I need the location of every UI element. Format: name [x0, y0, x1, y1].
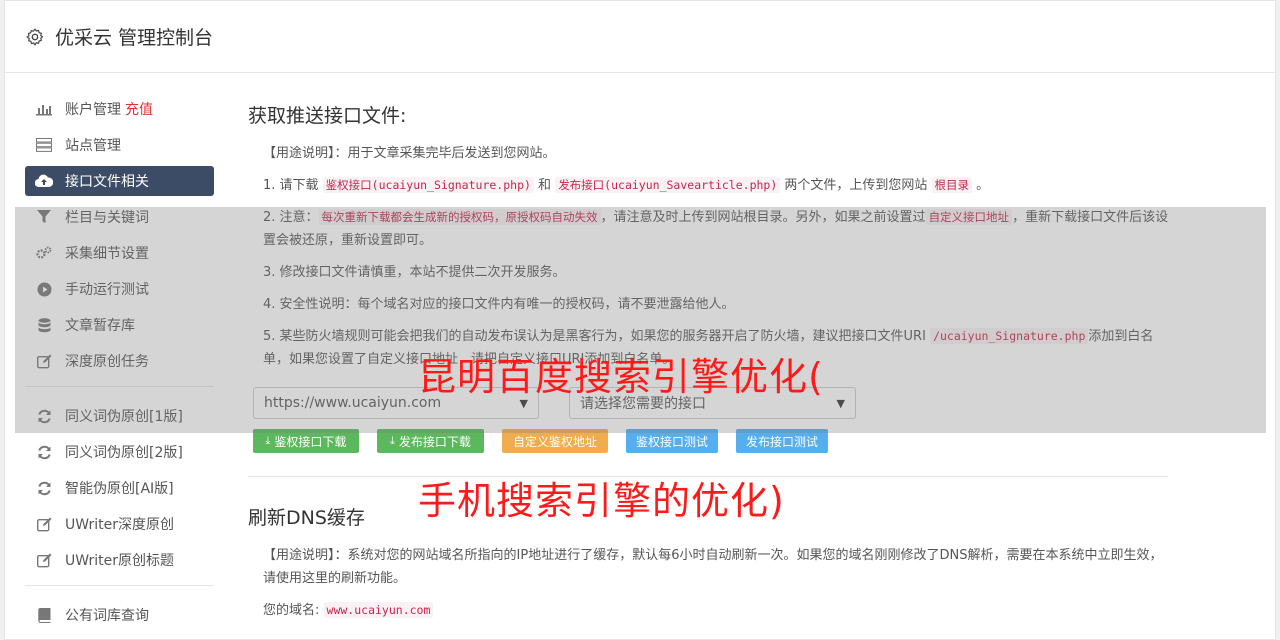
page-title: 优采云 管理控制台	[55, 27, 214, 49]
sidebar: 账户管理 充值 站点管理 接口文件相关 栏目与关键词 采集细节设置 手动运行测试…	[25, 94, 214, 636]
bar-chart-icon	[35, 100, 53, 118]
sidebar-item-label: 采集细节设置	[65, 246, 149, 262]
dns-usage-note: 【用途说明】：系统对您的网站域名所指向的IP地址进行了缓存，默认每6小时自动刷新…	[263, 544, 1173, 590]
note-text: 1. 请下载	[263, 178, 323, 193]
sidebar-item-label: 公有词库查询	[65, 608, 149, 624]
edit-icon	[35, 352, 53, 370]
sidebar-item-label: 站点管理	[65, 138, 121, 154]
download-sign-button[interactable]: ⤓ 鉴权接口下载	[253, 429, 359, 453]
note-3: 3. 修改接口文件请慎重，本站不提供二次开发服务。	[263, 265, 566, 280]
watermark-line-2: 手机搜索引擎的优化)	[418, 479, 785, 523]
sidebar-divider	[25, 585, 214, 586]
edit-icon	[35, 551, 53, 569]
download-icon: ⤓	[265, 434, 271, 447]
cloud-upload-icon	[35, 172, 53, 190]
test-publish-button[interactable]: 发布接口测试	[736, 429, 828, 453]
watermark-line-1: 昆明百度搜索引擎优化(	[418, 355, 824, 399]
usage-text: ：系统对您的网站域名所指向的IP地址进行了缓存，默认每6小时自动刷新一次。如果您…	[263, 548, 1163, 586]
edit-icon	[35, 515, 53, 533]
domain-value: www.ucaiyun.com	[323, 602, 434, 618]
sidebar-item-collect-settings[interactable]: 采集细节设置	[25, 238, 214, 268]
recharge-link[interactable]: 充值	[125, 99, 153, 119]
refresh-icon	[35, 407, 53, 425]
database-icon	[35, 316, 53, 334]
download-publish-button[interactable]: ⤓ 发布接口下载	[377, 429, 484, 453]
usage-note: 【用途说明】：用于文章采集完毕后发送到您网站。	[263, 142, 1173, 165]
gear-icon	[26, 28, 44, 46]
note-4: 4. 安全性说明：每个域名对应的接口文件内有唯一的授权码，请不要泄露给他人。	[263, 297, 735, 312]
sidebar-item-ai-rewrite[interactable]: 智能伪原创[AI版]	[25, 473, 214, 503]
custom-sign-url-button[interactable]: 自定义鉴权地址	[502, 429, 608, 453]
test-sign-button[interactable]: 鉴权接口测试	[626, 429, 718, 453]
sidebar-item-account[interactable]: 账户管理 充值	[25, 94, 214, 124]
button-label: 发布接口下载	[398, 434, 471, 449]
code-custom-url: 自定义接口地址	[925, 209, 1013, 225]
site-select-value: https://www.ucaiyun.com	[264, 395, 442, 411]
download-icon: ⤓	[390, 434, 395, 447]
sidebar-item-article-store[interactable]: 文章暂存库	[25, 310, 214, 340]
sidebar-item-label: 手动运行测试	[65, 282, 149, 298]
filter-icon	[35, 208, 53, 226]
server-icon	[35, 136, 53, 154]
sidebar-item-interface-files[interactable]: 接口文件相关	[25, 166, 214, 196]
sidebar-item-label: 智能伪原创[AI版]	[65, 481, 174, 497]
sidebar-item-columns-keywords[interactable]: 栏目与关键词	[25, 202, 214, 232]
button-label: 自定义鉴权地址	[512, 434, 597, 449]
usage-label: 【用途说明】	[263, 548, 335, 563]
main-card: 优采云 管理控制台 账户管理 充值 站点管理 接口文件相关 栏目与关键词 采集细…	[4, 0, 1276, 640]
domain-line: 您的域名: www.ucaiyun.com	[263, 599, 1173, 622]
sidebar-item-sites[interactable]: 站点管理	[25, 130, 214, 160]
sidebar-item-label: 深度原创任务	[65, 354, 149, 370]
usage-label: 【用途说明】	[263, 146, 335, 161]
sidebar-item-synonym-v1[interactable]: 同义词伪原创[1版]	[25, 401, 214, 431]
code-sign-file: 鉴权接口(ucaiyun_Signature.php)	[322, 177, 534, 193]
code-root-dir: 根目录	[931, 177, 973, 193]
play-circle-icon	[35, 280, 53, 298]
domain-label: 您的域名:	[263, 603, 320, 618]
note-text: ，请注意及时上传到网站根目录。另外，如果之前设置过	[600, 210, 926, 225]
sidebar-item-synonym-v2[interactable]: 同义词伪原创[2版]	[25, 437, 214, 467]
sidebar-item-uwriter-title[interactable]: UWriter原创标题	[25, 545, 214, 575]
button-label: 鉴权接口测试	[635, 434, 708, 449]
sidebar-item-uwriter-deep[interactable]: UWriter深度原创	[25, 509, 214, 539]
note-2: 2. 注意： 每次重新下载都会生成新的授权码，原授权码自动失效 ，请注意及时上传到网…	[263, 206, 1173, 252]
button-label: 发布接口测试	[745, 434, 818, 449]
note-text: 5. 某些防火墙规则可能会把我们的自动发布误认为是黑客行为，如果您的服务器开启了…	[263, 329, 931, 344]
note-text: 。	[972, 178, 990, 193]
book-icon	[35, 606, 53, 624]
code-warning: 每次重新下载都会生成新的授权码，原授权码自动失效	[318, 209, 601, 225]
note-text: 两个文件，上传到您网站	[780, 178, 932, 193]
sidebar-item-label: 同义词伪原创[2版]	[65, 445, 183, 461]
sidebar-item-label: UWriter原创标题	[65, 553, 174, 569]
button-row: ⤓ 鉴权接口下载 ⤓ 发布接口下载 自定义鉴权地址 鉴权接口测试 发布接口测试	[253, 429, 1173, 453]
refresh-icon	[35, 443, 53, 461]
button-label: 鉴权接口下载	[274, 434, 347, 449]
sidebar-item-manual-run[interactable]: 手动运行测试	[25, 274, 214, 304]
cogs-icon	[35, 244, 53, 262]
sidebar-item-public-lexicon[interactable]: 公有词库查询	[25, 600, 214, 630]
sidebar-item-label: 文章暂存库	[65, 318, 135, 334]
usage-text: ：用于文章采集完毕后发送到您网站。	[334, 146, 556, 161]
note-text: 2. 注意：	[263, 210, 319, 225]
sidebar-divider	[25, 386, 214, 387]
note-1: 1. 请下载 鉴权接口(ucaiyun_Signature.php) 和 发布接…	[263, 174, 1173, 197]
sidebar-item-label: 同义词伪原创[1版]	[65, 409, 183, 425]
sidebar-item-deep-original[interactable]: 深度原创任务	[25, 346, 214, 376]
code-publish-file: 发布接口(ucaiyun_Savearticle.php)	[555, 177, 781, 193]
refresh-icon	[35, 479, 53, 497]
section-title-interface-files: 获取推送接口文件:	[248, 105, 407, 127]
chevron-down-icon: ▼	[836, 396, 845, 410]
sidebar-item-label: UWriter深度原创	[65, 517, 174, 533]
page-header: 优采云 管理控制台	[5, 1, 1275, 73]
note-text: 和	[533, 178, 556, 193]
sidebar-item-label: 账户管理	[65, 102, 121, 118]
sidebar-item-label: 栏目与关键词	[65, 210, 149, 226]
code-signature-uri: /ucaiyun_Signature.php	[930, 328, 1089, 344]
sidebar-item-label: 接口文件相关	[65, 174, 149, 190]
